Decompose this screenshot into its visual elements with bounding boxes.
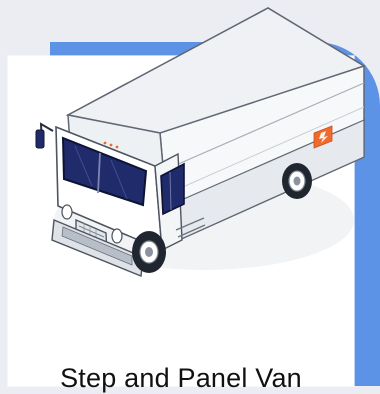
step-van-icon	[35, 7, 366, 277]
